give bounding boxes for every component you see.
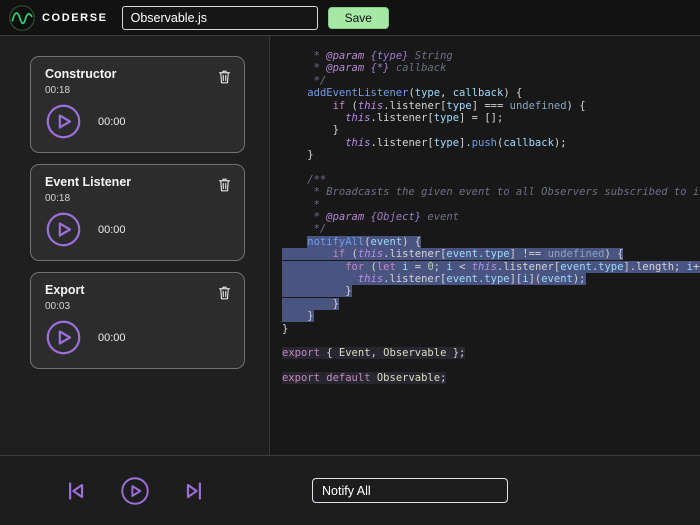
clip-card[interactable]: Constructor 00:18 00:00 xyxy=(30,56,245,153)
clip-card-header: Event Listener 00:18 xyxy=(45,175,232,204)
code-line: export { Event, Observable }; xyxy=(282,347,700,359)
code-line: } xyxy=(282,285,700,297)
code-lines: * @param {type} String * @param {*} call… xyxy=(282,50,700,385)
code-line: if (this.listener[type] === undefined) { xyxy=(282,100,700,112)
clip-card-header: Export 00:03 xyxy=(45,283,232,312)
code-editor[interactable]: * @param {type} String * @param {*} call… xyxy=(270,36,700,455)
brand-name: CODERSE xyxy=(42,12,108,24)
clips-list: Constructor 00:18 00:00 xyxy=(30,56,245,369)
coderse-logo-icon xyxy=(8,4,36,32)
code-line: } xyxy=(282,124,700,136)
clip-duration: 00:03 xyxy=(45,301,85,312)
code-line: } xyxy=(282,310,700,322)
code-line: this.listener[type] = []; xyxy=(282,112,700,124)
code-line: * Broadcasts the given event to all Obse… xyxy=(282,186,700,198)
code-line: } xyxy=(282,298,700,310)
note-area xyxy=(270,478,700,503)
code-line xyxy=(282,360,700,372)
clip-duration: 00:18 xyxy=(45,193,131,204)
clip-title: Event Listener xyxy=(45,175,131,189)
code-line: /** xyxy=(282,174,700,186)
code-line: */ xyxy=(282,223,700,235)
clip-duration: 00:18 xyxy=(45,85,117,96)
code-line: * xyxy=(282,199,700,211)
code-line: } xyxy=(282,323,700,335)
skip-back-button[interactable] xyxy=(62,478,88,504)
code-line: } xyxy=(282,149,700,161)
clip-elapsed-time: 00:00 xyxy=(98,116,126,128)
code-line: addEventListener(type, callback) { xyxy=(282,87,700,99)
clip-card[interactable]: Export 00:03 00:00 xyxy=(30,272,245,369)
code-line: * @param {type} String xyxy=(282,50,700,62)
code-line xyxy=(282,162,700,174)
clip-play-button[interactable] xyxy=(45,211,82,248)
clip-play-button[interactable] xyxy=(45,319,82,356)
delete-clip-button[interactable] xyxy=(217,68,232,85)
skip-forward-button[interactable] xyxy=(182,478,208,504)
code-line: notifyAll(event) { xyxy=(282,236,700,248)
clips-sidebar: Constructor 00:18 00:00 xyxy=(0,36,270,455)
app-root: CODERSE Save Constructor 00:18 xyxy=(0,0,700,525)
code-line: this.listener[event.type][i](event); xyxy=(282,273,700,285)
top-bar: CODERSE Save xyxy=(0,0,700,36)
code-line xyxy=(282,335,700,347)
delete-clip-button[interactable] xyxy=(217,176,232,193)
code-line: for (let i = 0; i < this.listener[event.… xyxy=(282,261,700,273)
clip-play-row: 00:00 xyxy=(45,211,232,248)
clip-play-button[interactable] xyxy=(45,103,82,140)
code-line: if (this.listener[event.type] !== undefi… xyxy=(282,248,700,260)
clip-title: Constructor xyxy=(45,67,117,81)
clip-elapsed-time: 00:00 xyxy=(98,332,126,344)
clip-elapsed-time: 00:00 xyxy=(98,224,126,236)
code-line: */ xyxy=(282,75,700,87)
clip-card[interactable]: Event Listener 00:18 00:00 xyxy=(30,164,245,261)
clip-name-input[interactable] xyxy=(312,478,508,503)
player-bar xyxy=(0,455,700,525)
code-line: * @param {*} callback xyxy=(282,62,700,74)
save-button[interactable]: Save xyxy=(328,7,389,29)
clip-play-row: 00:00 xyxy=(45,103,232,140)
code-line: * @param {Object} event xyxy=(282,211,700,223)
clip-play-row: 00:00 xyxy=(45,319,232,356)
delete-clip-button[interactable] xyxy=(217,284,232,301)
code-line: this.listener[type].push(callback); xyxy=(282,137,700,149)
filename-input[interactable] xyxy=(122,6,318,30)
code-line: export default Observable; xyxy=(282,372,700,384)
play-button[interactable] xyxy=(120,476,150,506)
transport-controls xyxy=(0,476,270,506)
main-content: Constructor 00:18 00:00 xyxy=(0,36,700,455)
clip-title: Export xyxy=(45,283,85,297)
clip-card-header: Constructor 00:18 xyxy=(45,67,232,96)
